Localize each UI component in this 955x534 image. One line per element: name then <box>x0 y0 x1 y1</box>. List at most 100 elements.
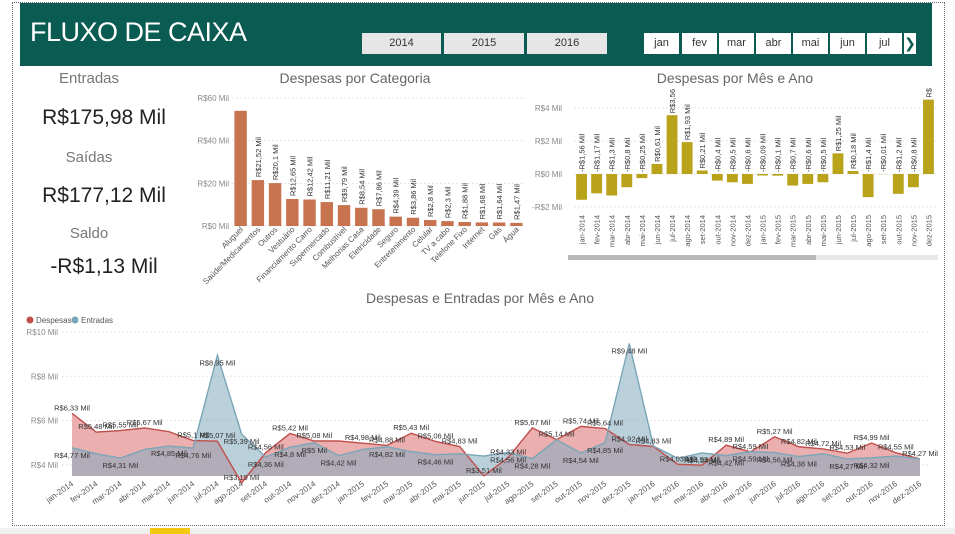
data-label: R$4,46 Mil <box>417 458 453 467</box>
data-label: R$5,08 Mil <box>296 431 332 440</box>
bar-ago-2015 <box>862 174 874 198</box>
data-label: R$1,25 Mil <box>834 115 843 151</box>
data-label: R$4,36 Mil <box>248 460 284 469</box>
y-tick-label: R$2 Mil <box>535 137 562 146</box>
month-slicer-jun[interactable]: jun <box>830 33 865 54</box>
x-tick-label: ago-2015 <box>864 215 873 247</box>
bar-jan-2015 <box>757 174 768 176</box>
data-label: R$2,8 Mil <box>426 185 435 217</box>
chart-title-entradas-despesas: Despesas e Entradas por Mês e Ano <box>365 290 595 306</box>
bar-jul-2014 <box>666 115 678 174</box>
page-tab-active[interactable] <box>150 528 190 534</box>
year-slicer-2016[interactable]: 2016 <box>527 33 607 54</box>
chart-despesas-por-categoria: R$0 MilR$20 MilR$40 MilR$60 MilAluguelR$… <box>197 94 525 286</box>
y-tick-label: R$60 Mil <box>197 94 229 103</box>
data-label: R$9,79 Mil <box>340 166 349 202</box>
legend-label: Despesas <box>36 316 72 325</box>
bar-jul-2015 <box>847 171 859 174</box>
bar-Água <box>510 222 523 226</box>
kpi-entradas-label: Entradas <box>58 70 120 87</box>
x-tick-label: Água <box>501 225 521 245</box>
year-slicer-2015[interactable]: 2015 <box>444 33 524 54</box>
kpi-saidas-label: Saídas <box>65 149 113 166</box>
x-tick-label: set-2015 <box>879 215 888 244</box>
data-label: R$5,27 Mil <box>757 427 793 436</box>
x-tick-label: jun-2015 <box>834 215 843 245</box>
x-tick-label: jun-2014 <box>165 479 197 505</box>
header-banner: FLUXO DE CAIXA 2014 2015 2016 jan fev ma… <box>20 3 932 66</box>
data-label: R$1,93 Mil <box>683 104 692 140</box>
data-label: R$9,48 Mil <box>611 347 647 356</box>
data-label: -R$0,6 Mil <box>743 137 752 172</box>
data-label: R$5,39 Mil <box>224 437 260 446</box>
year-slicer-2014[interactable]: 2014 <box>362 33 441 54</box>
x-tick-label: mar-2014 <box>608 215 617 247</box>
data-label: -R$0,1 Mil <box>774 137 783 172</box>
bar-Entretenimento <box>406 217 420 226</box>
bar-jun-2014 <box>651 163 663 174</box>
data-label: -R$0,01 Mil <box>879 133 888 172</box>
bar-mar-2015 <box>787 174 799 186</box>
bar-out-2015 <box>892 174 904 194</box>
data-label: R$21,52 Mil <box>254 137 263 177</box>
data-label: -R$0,4 Mil <box>713 137 722 172</box>
data-label: R$3,56 Mil <box>668 88 677 113</box>
month-slicer-jan[interactable]: jan <box>644 33 679 54</box>
y-tick-label: -R$2 Mil <box>532 203 562 212</box>
data-label: -R$0,6 Mil <box>804 137 813 172</box>
y-tick-label: R$20 Mil <box>197 179 229 188</box>
bar-Telefone Fixo <box>458 221 471 226</box>
data-label: R$3,19 Mil <box>224 473 260 482</box>
data-label: -R$1,2 Mil <box>894 137 903 172</box>
chevron-right-icon[interactable]: ❯ <box>904 33 916 54</box>
data-label: R$7,86 Mil <box>375 170 384 206</box>
bar-fev-2015 <box>772 174 784 176</box>
bar-Melhorias Casa <box>355 207 368 226</box>
data-label: R$1,68 Mil <box>478 183 487 219</box>
data-label: R$2,3 Mil <box>443 186 452 218</box>
bar-Seguro <box>389 216 402 226</box>
data-label: R$4,77 Mil <box>54 451 90 460</box>
bar-set-2014 <box>696 170 708 174</box>
bar-nov-2014 <box>726 174 738 183</box>
data-label: R$0,18 Mil <box>849 133 858 169</box>
y-tick-label: R$8 Mil <box>31 372 58 381</box>
data-label: R$12,42 Mil <box>306 156 315 196</box>
legend-label: Entradas <box>81 316 113 325</box>
bar-jun-2015 <box>832 153 844 174</box>
x-tick-label: fev-2014 <box>593 215 602 244</box>
data-label: R$4,85 Mil <box>587 446 623 455</box>
bar-dez-2014 <box>742 174 753 184</box>
bar-Combustível <box>337 205 351 226</box>
month-slicer-abr[interactable]: abr <box>756 33 791 54</box>
data-label: R$4,42 Mil <box>321 459 357 468</box>
kpi-entradas-value: R$175,98 Mil <box>42 106 166 129</box>
data-label: R$4,38 Mil <box>781 460 817 469</box>
page-title: FLUXO DE CAIXA <box>30 17 247 47</box>
legend-marker <box>26 316 34 324</box>
data-label: R$4,59 Mil <box>732 442 768 451</box>
month-slicer-jul[interactable]: jul <box>867 33 902 54</box>
data-label: R$4,83 Mil <box>442 437 478 446</box>
x-tick-label: out-2014 <box>713 215 722 245</box>
bar-Aluguel <box>234 110 247 226</box>
bar-abr-2015 <box>802 174 814 184</box>
data-label: R$1,88 Mil <box>461 183 470 219</box>
x-tick-label: abr-2014 <box>623 215 632 245</box>
x-tick-label: mar-2015 <box>789 215 798 247</box>
data-label: -R$0,8 Mil <box>909 137 918 172</box>
data-label: R$5,14 Mil <box>539 430 575 439</box>
month-slicer-mar[interactable]: mar <box>719 33 754 54</box>
bar-Financiamento Carro <box>303 199 316 226</box>
data-label: R$4,32 Mil <box>854 461 890 470</box>
data-label: -R$1,56 Mil <box>578 133 587 172</box>
data-label: R$0,21 Mil <box>698 132 707 168</box>
bar-abr-2014 <box>621 174 633 188</box>
month-slicer-mai[interactable]: mai <box>793 33 828 54</box>
x-tick-label: mai-2014 <box>638 215 647 246</box>
y-tick-label: R$10 Mil <box>26 328 58 337</box>
x-tick-label: nov-2015 <box>909 215 918 246</box>
x-tick-label: jun-2015 <box>456 479 488 505</box>
x-tick-label: dez-2014 <box>743 215 752 246</box>
month-slicer-fev[interactable]: fev <box>682 33 717 54</box>
